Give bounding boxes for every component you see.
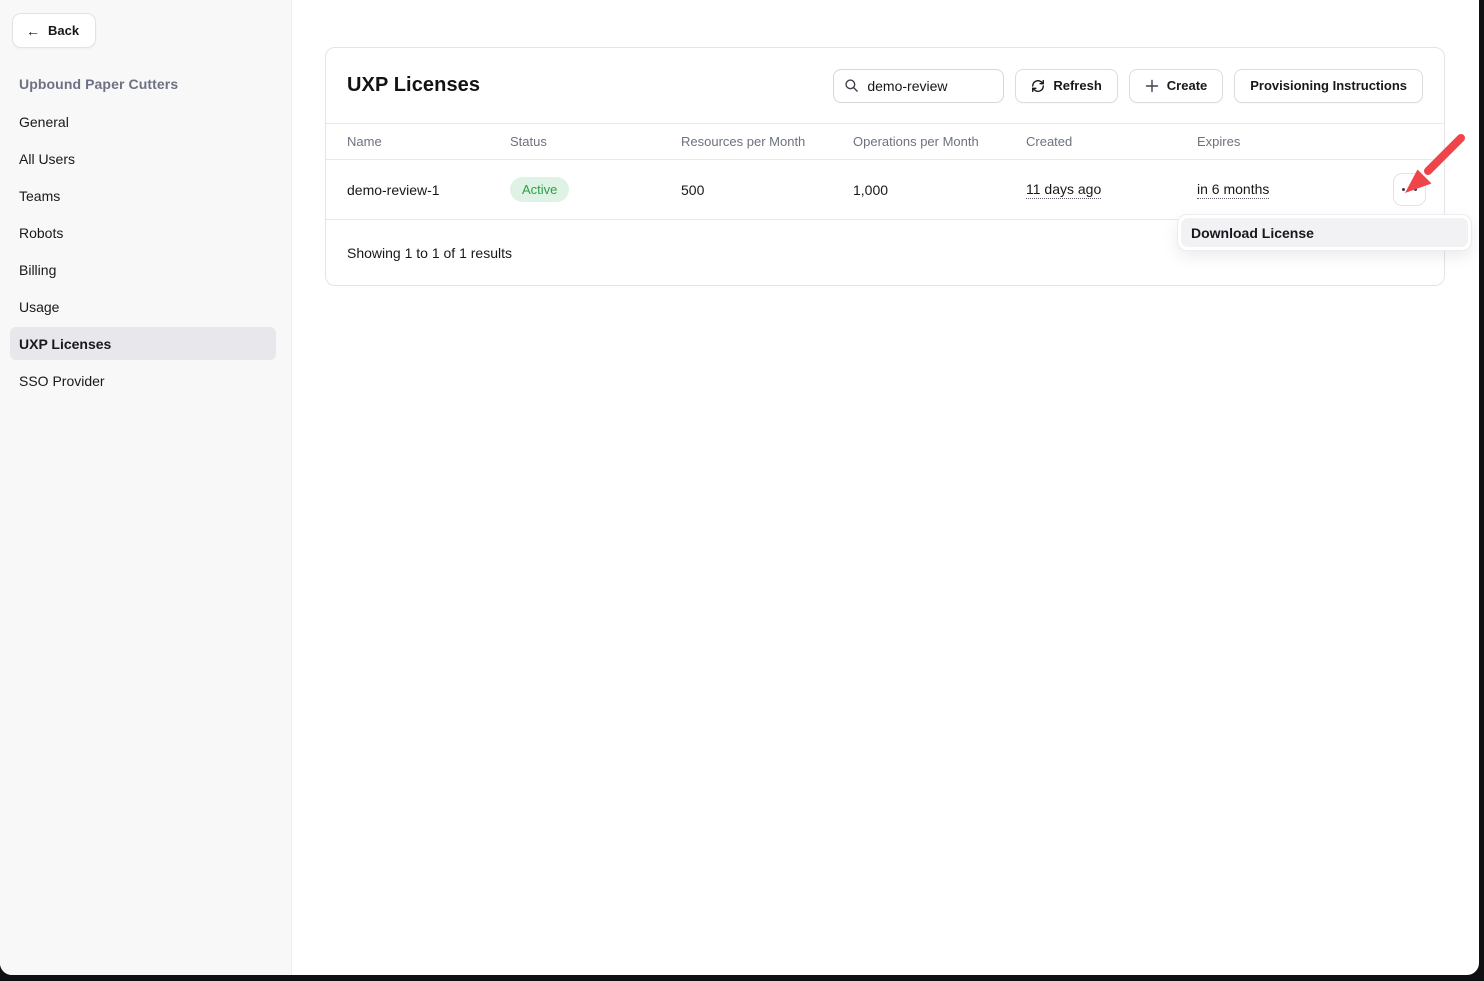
sidebar: ← Back Upbound Paper Cutters General All… [0,0,292,975]
provisioning-instructions-label: Provisioning Instructions [1250,78,1407,93]
arrow-left-icon: ← [26,24,40,38]
expires-cell: in 6 months [1197,181,1390,199]
search-box[interactable] [833,69,1004,103]
refresh-button-label: Refresh [1053,78,1101,93]
ellipsis-icon [1402,188,1405,191]
sidebar-item-robots[interactable]: Robots [10,216,276,249]
sidebar-item-billing[interactable]: Billing [10,253,276,286]
search-icon [844,78,859,93]
sidebar-item-teams[interactable]: Teams [10,179,276,212]
plus-icon [1145,79,1159,93]
table-row: demo-review-1 Active 500 1,000 11 days a… [326,160,1444,220]
refresh-button[interactable]: Refresh [1015,69,1117,103]
operations-cell: 1,000 [853,182,1026,198]
sidebar-nav: General All Users Teams Robots Billing U… [0,105,291,401]
card-header: UXP Licenses [326,48,1444,123]
actions-cell [1390,173,1426,206]
create-button[interactable]: Create [1129,69,1223,103]
back-button[interactable]: ← Back [12,13,96,48]
provisioning-instructions-button[interactable]: Provisioning Instructions [1234,69,1423,103]
status-badge: Active [510,177,569,202]
column-header-operations: Operations per Month [853,134,1026,149]
resources-cell: 500 [681,182,853,198]
sidebar-item-all-users[interactable]: All Users [10,142,276,175]
results-count-text: Showing 1 to 1 of 1 results [347,245,512,261]
license-name-cell: demo-review-1 [347,182,510,198]
row-actions-menu: Download License [1177,214,1472,251]
refresh-icon [1031,79,1045,93]
back-button-label: Back [48,23,79,38]
search-input[interactable] [867,78,993,94]
row-actions-button[interactable] [1393,173,1426,206]
org-title: Upbound Paper Cutters [19,76,178,92]
app-window: ← Back Upbound Paper Cutters General All… [0,0,1479,975]
sidebar-item-general[interactable]: General [10,105,276,138]
toolbar: Refresh Create Provisioning Instructions [833,69,1423,103]
expires-relative-time[interactable]: in 6 months [1197,181,1269,199]
sidebar-item-sso-provider[interactable]: SSO Provider [10,364,276,397]
sidebar-item-uxp-licenses[interactable]: UXP Licenses [10,327,276,360]
column-header-resources: Resources per Month [681,134,853,149]
column-header-status: Status [510,134,681,149]
sidebar-item-usage[interactable]: Usage [10,290,276,323]
table-header: Name Status Resources per Month Operatio… [326,123,1444,160]
column-header-name: Name [347,134,510,149]
created-relative-time[interactable]: 11 days ago [1026,181,1101,199]
status-cell: Active [510,177,681,202]
menu-item-download-license[interactable]: Download License [1181,218,1468,247]
create-button-label: Create [1167,78,1207,93]
page-title: UXP Licenses [347,74,480,97]
column-header-expires: Expires [1197,134,1390,149]
column-header-created: Created [1026,134,1197,149]
created-cell: 11 days ago [1026,181,1197,199]
